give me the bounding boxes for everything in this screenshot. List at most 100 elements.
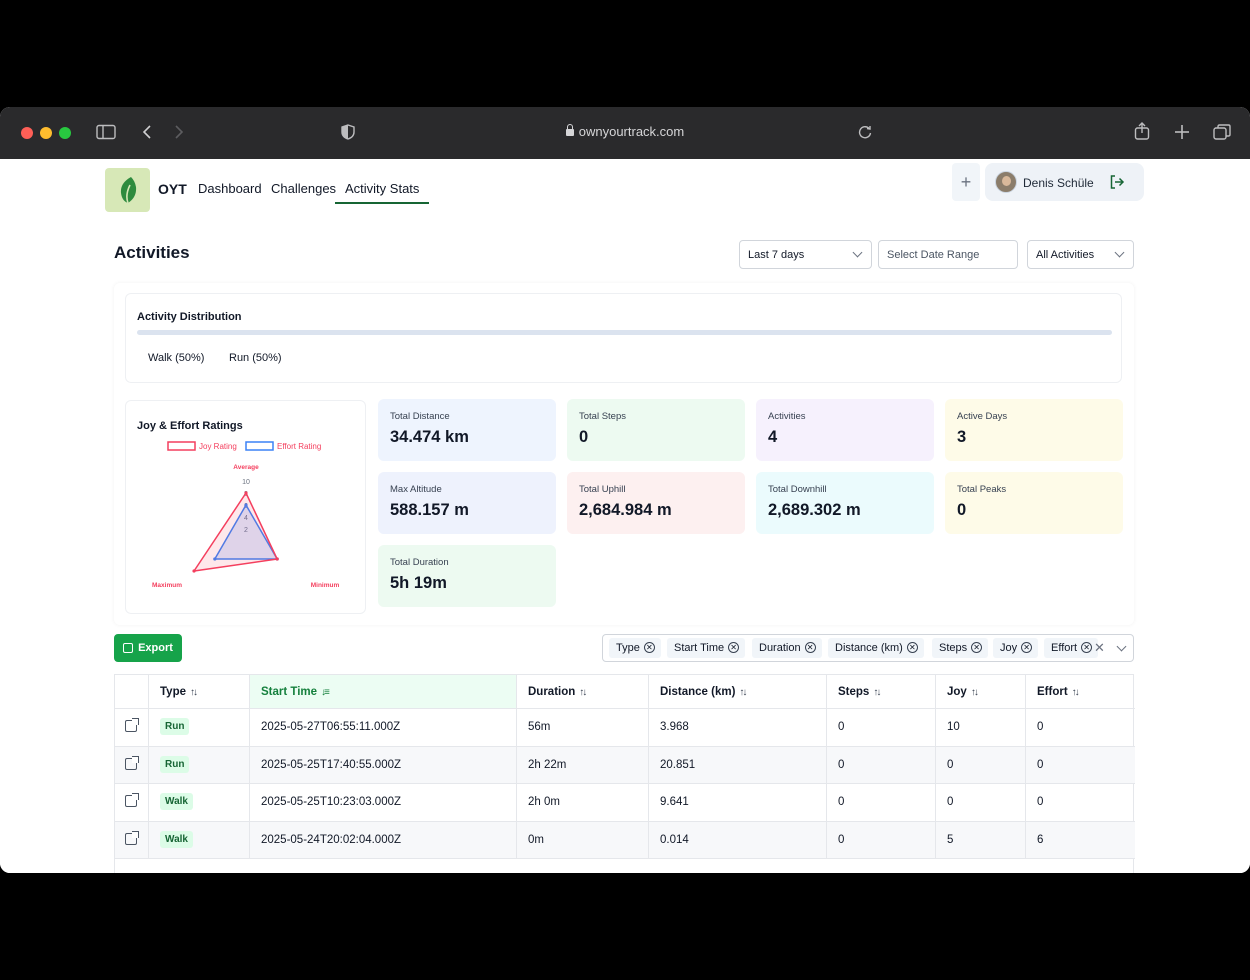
cell-duration: 0m (517, 821, 649, 859)
column-chip-type[interactable]: Type ✕ (609, 638, 661, 658)
sort-desc-icon[interactable]: ↓≡ (321, 687, 330, 698)
header-start-time[interactable]: Start Time ↓≡ (250, 675, 517, 709)
header-steps[interactable]: Steps ↑↓ (827, 675, 936, 709)
chip-label: Type (616, 642, 640, 654)
activities-table: Type ↑↓ Start Time ↓≡ Duration ↑↓ Distance … (114, 674, 1135, 873)
chip-label: Effort (1051, 642, 1078, 654)
stat-value: 0 (957, 501, 967, 519)
stat-label: Active Days (957, 411, 1008, 422)
period-select[interactable]: Last 7 days (739, 240, 872, 269)
address-bar[interactable]: ownyourtrack.com (0, 124, 1250, 139)
remove-chip-icon[interactable]: ✕ (643, 642, 655, 653)
brand-name[interactable]: OYT (158, 181, 187, 197)
legend-effort-label: Effort Rating (277, 442, 321, 451)
export-icon (123, 643, 134, 653)
stat-value: 4 (768, 428, 778, 446)
cell-start-time: 2025-05-27T06:55:11.000Z (250, 709, 517, 747)
remove-chip-icon[interactable]: ✕ (728, 642, 740, 653)
external-link-icon[interactable] (125, 793, 139, 807)
add-activity-button[interactable]: + (952, 163, 980, 201)
stat-total-uphill: Total Uphill 2,684.984 m (567, 472, 745, 534)
nav-challenges[interactable]: Challenges (271, 181, 336, 196)
header-label: Duration (528, 686, 576, 698)
external-link-icon[interactable] (125, 755, 139, 770)
legend-effort-swatch (245, 441, 274, 451)
cell-start-time: 2025-05-24T20:02:04.000Z (250, 821, 517, 859)
column-chip-joy[interactable]: Joy ✕ (993, 638, 1039, 658)
date-range-placeholder: Select Date Range (887, 249, 980, 261)
cell-effort: 0 (1026, 746, 1135, 784)
type-badge: Run (160, 755, 190, 773)
app-logo[interactable] (105, 168, 150, 212)
nav-activity-stats[interactable]: Activity Stats (335, 181, 430, 204)
share-icon[interactable] (1134, 122, 1150, 140)
header-distance[interactable]: Distance (km) ↑↓ (649, 675, 827, 709)
cell-distance: 9.641 (649, 784, 827, 822)
type-badge: Walk (160, 830, 193, 848)
date-range-input[interactable]: Select Date Range (878, 240, 1018, 269)
stat-label: Total Uphill (579, 484, 626, 495)
sort-icon[interactable]: ↑↓ (190, 687, 198, 698)
sort-icon[interactable]: ↑↓ (579, 687, 587, 698)
sort-icon[interactable]: ↑↓ (739, 687, 747, 698)
legend-joy-swatch (167, 441, 196, 451)
remove-chip-icon[interactable]: ✕ (971, 642, 983, 653)
cell-joy: 10 (936, 709, 1026, 747)
logout-icon[interactable] (1109, 174, 1125, 190)
column-chip-distance[interactable]: Distance (km) ✕ (828, 638, 924, 658)
cell-steps: 0 (827, 821, 936, 859)
period-select-value: Last 7 days (748, 249, 805, 261)
avatar (995, 171, 1017, 193)
header-label: Steps (838, 686, 870, 698)
nav-dashboard[interactable]: Dashboard (198, 181, 262, 196)
distribution-title: Activity Distribution (137, 311, 242, 323)
cell-type: Run (149, 746, 250, 784)
stat-value: 5h 19m (390, 574, 447, 592)
column-chip-steps[interactable]: Steps ✕ (932, 638, 989, 658)
remove-chip-icon[interactable]: ✕ (1081, 642, 1093, 653)
radar-tick-label: 10 (242, 479, 250, 486)
column-chip-duration[interactable]: Duration ✕ (752, 638, 822, 658)
stat-label: Total Downhill (768, 484, 827, 495)
cell-open (115, 709, 149, 747)
cell-type: Run (149, 709, 250, 747)
new-tab-icon[interactable] (1175, 125, 1189, 139)
reload-icon[interactable] (858, 125, 872, 139)
browser-window: ownyourtrack.com OYT Dashboard Challenge… (0, 107, 1250, 873)
header-joy[interactable]: Joy ↑↓ (936, 675, 1026, 709)
lock-icon (565, 124, 574, 136)
export-button[interactable]: Export (114, 634, 182, 662)
activity-type-select[interactable]: All Activities (1027, 240, 1134, 269)
header-type[interactable]: Type ↑↓ (149, 675, 250, 709)
cell-joy: 0 (936, 746, 1026, 784)
header-duration[interactable]: Duration ↑↓ (517, 675, 649, 709)
user-menu[interactable]: Denis Schüle (985, 163, 1144, 201)
remove-chip-icon[interactable]: ✕ (906, 642, 918, 653)
cell-open (115, 746, 149, 784)
sort-icon[interactable]: ↑↓ (1072, 687, 1080, 698)
stat-value: 588.157 m (390, 501, 469, 519)
ratings-radar-chart: Joy Rating Effort Rating Average Minimum… (152, 441, 339, 589)
column-chip-effort[interactable]: Effort ✕ (1044, 638, 1099, 658)
header-label: Joy (947, 686, 967, 698)
sort-icon[interactable]: ↑↓ (971, 687, 979, 698)
column-chip-start-time[interactable]: Start Time ✕ (667, 638, 746, 658)
url-text: ownyourtrack.com (578, 124, 685, 139)
axis-maximum-label: Maximum (152, 582, 182, 589)
radar-point-joy (244, 491, 248, 495)
legend-run: Run (50%) (229, 352, 282, 364)
clear-all-icon[interactable]: ✕ (1094, 640, 1105, 656)
external-link-icon[interactable] (125, 718, 139, 732)
column-selector[interactable]: Type ✕ Start Time ✕ Duration ✕ Distance (km… (602, 634, 1134, 662)
remove-chip-icon[interactable]: ✕ (1021, 642, 1033, 653)
stat-label: Total Distance (390, 411, 450, 422)
sort-icon[interactable]: ↑↓ (873, 687, 881, 698)
activity-type-value: All Activities (1036, 249, 1095, 261)
activity-distribution-card: Activity Distribution Walk (50%) Run (50… (125, 293, 1122, 383)
header-effort[interactable]: Effort ↑↓ (1026, 675, 1135, 709)
remove-chip-icon[interactable]: ✕ (804, 642, 816, 653)
external-link-icon[interactable] (125, 830, 139, 845)
chevron-down-icon[interactable] (1116, 641, 1127, 652)
header-label: Effort (1037, 686, 1068, 698)
tab-overview-icon[interactable] (1213, 124, 1231, 140)
